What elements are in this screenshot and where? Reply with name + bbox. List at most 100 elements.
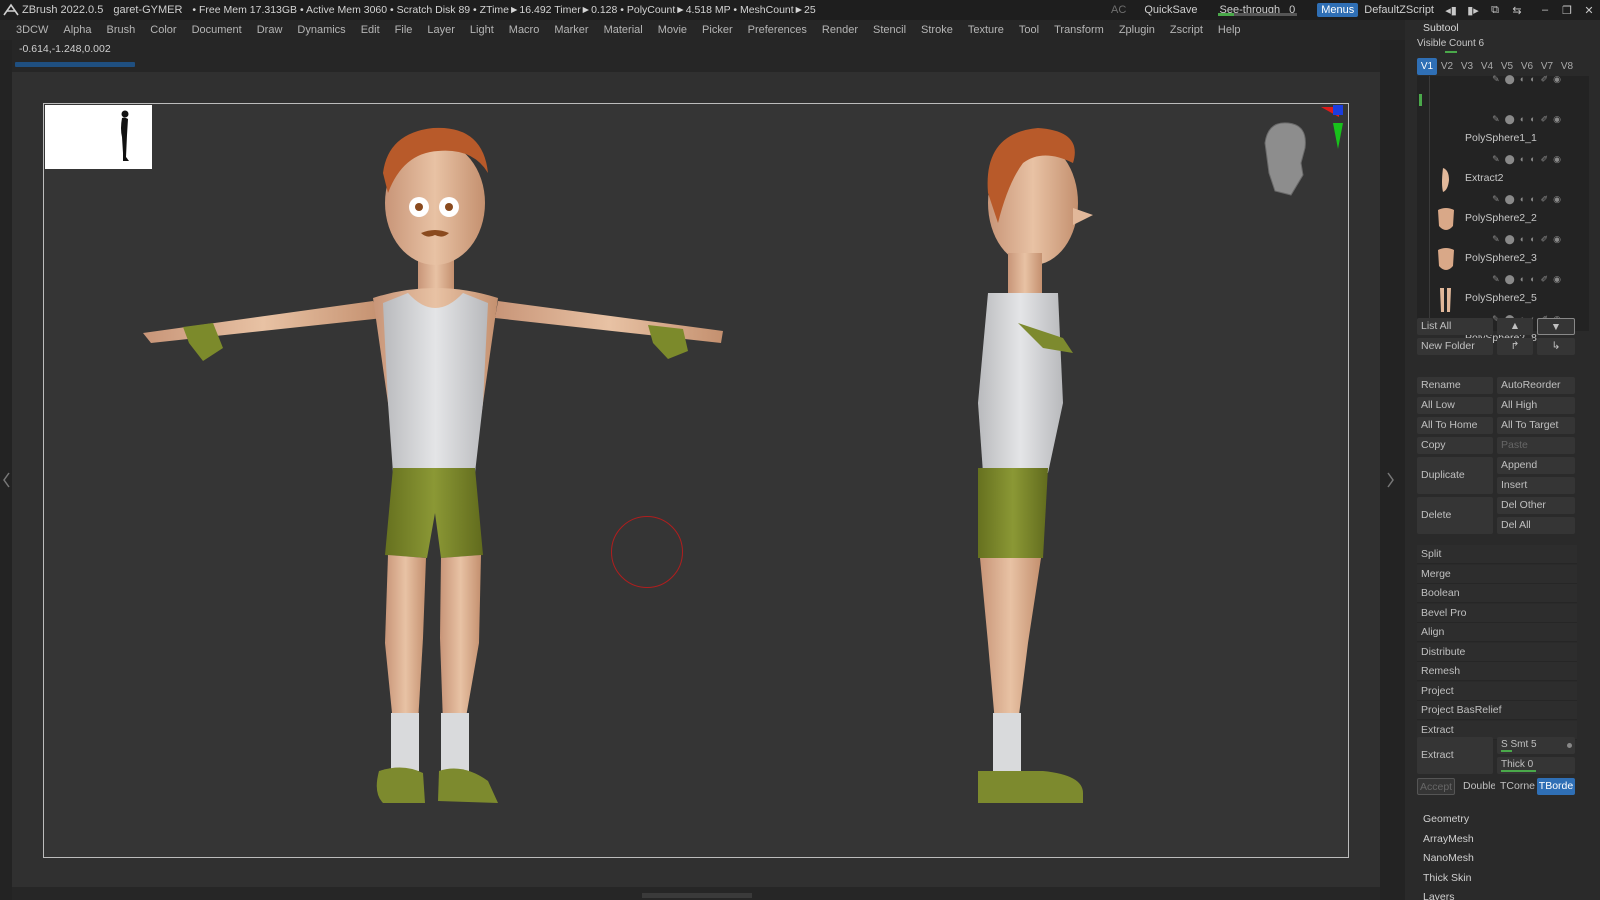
menu-light[interactable]: Light — [470, 24, 494, 36]
section-thick-skin[interactable]: Thick Skin — [1423, 872, 1471, 884]
s-smt-label: S Smt 5 — [1501, 739, 1537, 750]
tcorner-toggle[interactable]: TCorne — [1497, 778, 1535, 795]
row-project-basrelief[interactable]: Project BasRelief — [1417, 701, 1577, 720]
menu-alpha[interactable]: Alpha — [63, 24, 91, 36]
menu-file[interactable]: File — [395, 24, 413, 36]
menu-preferences[interactable]: Preferences — [748, 24, 807, 36]
subtool-item[interactable]: ✎ ⬤ ◐ ◐ ✐ ◉ PolySphere2_3 — [1433, 206, 1577, 270]
restore-icon[interactable]: ❐ — [1556, 4, 1578, 17]
menu-dynamics[interactable]: Dynamics — [297, 24, 345, 36]
move-up-button[interactable]: ▲ — [1497, 318, 1533, 335]
menu-draw[interactable]: Draw — [257, 24, 283, 36]
orientation-gizmo[interactable] — [1263, 103, 1343, 208]
all-high-button[interactable]: All High — [1497, 397, 1575, 414]
menu-zscript[interactable]: Zscript — [1170, 24, 1203, 36]
active-subtool-marker — [1419, 94, 1422, 106]
double-toggle[interactable]: Double — [1457, 778, 1495, 795]
section-layers[interactable]: Layers — [1423, 891, 1455, 900]
section-geometry[interactable]: Geometry — [1423, 813, 1469, 825]
ac-toggle[interactable]: AC — [1111, 4, 1126, 16]
row-split[interactable]: Split — [1417, 545, 1577, 564]
menu-material[interactable]: Material — [604, 24, 643, 36]
row-project[interactable]: Project — [1417, 681, 1577, 701]
subtool-item[interactable]: ✎ ⬤ ◐ ◐ ✐ ◉ — [1433, 46, 1577, 86]
menu-marker[interactable]: Marker — [554, 24, 588, 36]
see-through-track — [1217, 13, 1298, 16]
ui-layout-icon[interactable]: ⧉ — [1484, 4, 1506, 17]
row-distribute[interactable]: Distribute — [1417, 642, 1577, 662]
ui-swap-icon[interactable]: ⇆ — [1506, 4, 1528, 17]
menu-stencil[interactable]: Stencil — [873, 24, 906, 36]
menu-edit[interactable]: Edit — [361, 24, 380, 36]
layout-prev-icon[interactable]: ◂▮ — [1440, 4, 1462, 17]
subtool-item[interactable]: ✎ ⬤ ◐ ◐ ✐ ◉ PolySphere2_2 — [1433, 166, 1577, 230]
collapse-right-tray-icon[interactable] — [1385, 465, 1397, 495]
menu-picker[interactable]: Picker — [702, 24, 733, 36]
row-bevel-pro[interactable]: Bevel Pro — [1417, 603, 1577, 623]
menu-zplugin[interactable]: Zplugin — [1119, 24, 1155, 36]
list-all-button[interactable]: List All — [1417, 318, 1493, 335]
append-button[interactable]: Append — [1497, 457, 1575, 474]
bottom-tray-handle[interactable] — [642, 893, 752, 898]
row-align[interactable]: Align — [1417, 623, 1577, 642]
subtool-item[interactable]: ✎ ⬤ ◐ ◐ ✐ ◉ PolySphere1_1 — [1433, 86, 1577, 144]
section-nanomesh[interactable]: NanoMesh — [1423, 852, 1474, 864]
menu-transform[interactable]: Transform — [1054, 24, 1104, 36]
s-smt-slider[interactable]: S Smt 5 — [1497, 737, 1575, 754]
minimize-icon[interactable]: – — [1534, 4, 1556, 16]
copy-button[interactable]: Copy — [1417, 437, 1493, 454]
close-icon[interactable]: ✕ — [1578, 4, 1600, 17]
del-other-button[interactable]: Del Other — [1497, 497, 1575, 514]
section-arraymesh[interactable]: ArrayMesh — [1423, 833, 1474, 845]
duplicate-button[interactable]: Duplicate — [1417, 457, 1493, 494]
move-out-folder-button[interactable]: ↳ — [1537, 338, 1575, 355]
memory-stats: • Free Mem 17.313GB • Active Mem 3060 • … — [192, 4, 816, 16]
layout-next-icon[interactable]: ▮▸ — [1462, 4, 1484, 17]
paste-button[interactable]: Paste — [1497, 437, 1575, 454]
row-merge[interactable]: Merge — [1417, 564, 1577, 584]
accept-button[interactable]: Accept — [1417, 778, 1455, 795]
tborder-toggle[interactable]: TBorde — [1537, 778, 1575, 795]
folder-tree-line — [1429, 76, 1430, 331]
menus-toggle[interactable]: Menus — [1317, 3, 1359, 17]
see-through-slider[interactable]: See-through 0 — [1216, 4, 1300, 16]
quicksave-button[interactable]: QuickSave — [1144, 4, 1197, 16]
all-to-home-button[interactable]: All To Home — [1417, 417, 1493, 434]
menu-movie[interactable]: Movie — [658, 24, 687, 36]
front-view-character — [143, 127, 723, 803]
thick-slider[interactable]: Thick 0 — [1497, 757, 1575, 774]
menu-brush[interactable]: Brush — [107, 24, 136, 36]
menu-help[interactable]: Help — [1218, 24, 1241, 36]
row-remesh[interactable]: Remesh — [1417, 662, 1577, 681]
subtool-item[interactable]: ✎ ⬤ ◐ ◐ ✐ ◉ Extract2 — [1433, 126, 1577, 192]
new-folder-button[interactable]: New Folder — [1417, 338, 1493, 355]
all-to-target-button[interactable]: All To Target — [1497, 417, 1575, 434]
menu-document[interactable]: Document — [192, 24, 242, 36]
s-smt-dot-icon — [1567, 743, 1572, 748]
delete-button[interactable]: Delete — [1417, 497, 1493, 534]
auto-reorder-button[interactable]: AutoReorder — [1497, 377, 1575, 394]
left-tray[interactable] — [0, 40, 12, 900]
menu-tool[interactable]: Tool — [1019, 24, 1039, 36]
zbrush-window: ZBrush 2022.0.5 garet-GYMER • Free Mem 1… — [0, 0, 1600, 900]
menu-color[interactable]: Color — [150, 24, 176, 36]
insert-button[interactable]: Insert — [1497, 477, 1575, 494]
menu-render[interactable]: Render — [822, 24, 858, 36]
main-menu-bar: 3DCW Alpha Brush Color Document Draw Dynamics E… — [0, 20, 1405, 40]
del-all-button[interactable]: Del All — [1497, 517, 1575, 534]
extract-button[interactable]: Extract — [1417, 737, 1493, 774]
menu-texture[interactable]: Texture — [968, 24, 1004, 36]
row-boolean[interactable]: Boolean — [1417, 584, 1577, 603]
menu-macro[interactable]: Macro — [509, 24, 540, 36]
subtool-item[interactable]: ✎ ⬤ ◐ ◐ ✐ ◉ PolySphere2_5 — [1433, 246, 1577, 312]
right-tray[interactable] — [1380, 40, 1405, 900]
rename-button[interactable]: Rename — [1417, 377, 1493, 394]
menu-3dcw[interactable]: 3DCW — [16, 24, 48, 36]
move-into-folder-button[interactable]: ↱ — [1497, 338, 1533, 355]
menu-layer[interactable]: Layer — [427, 24, 455, 36]
subtool-header[interactable]: Subtool — [1423, 22, 1459, 34]
all-low-button[interactable]: All Low — [1417, 397, 1493, 414]
menu-stroke[interactable]: Stroke — [921, 24, 953, 36]
move-down-button[interactable]: ▼ — [1537, 318, 1575, 335]
default-zscript-button[interactable]: DefaultZScript — [1364, 4, 1434, 16]
